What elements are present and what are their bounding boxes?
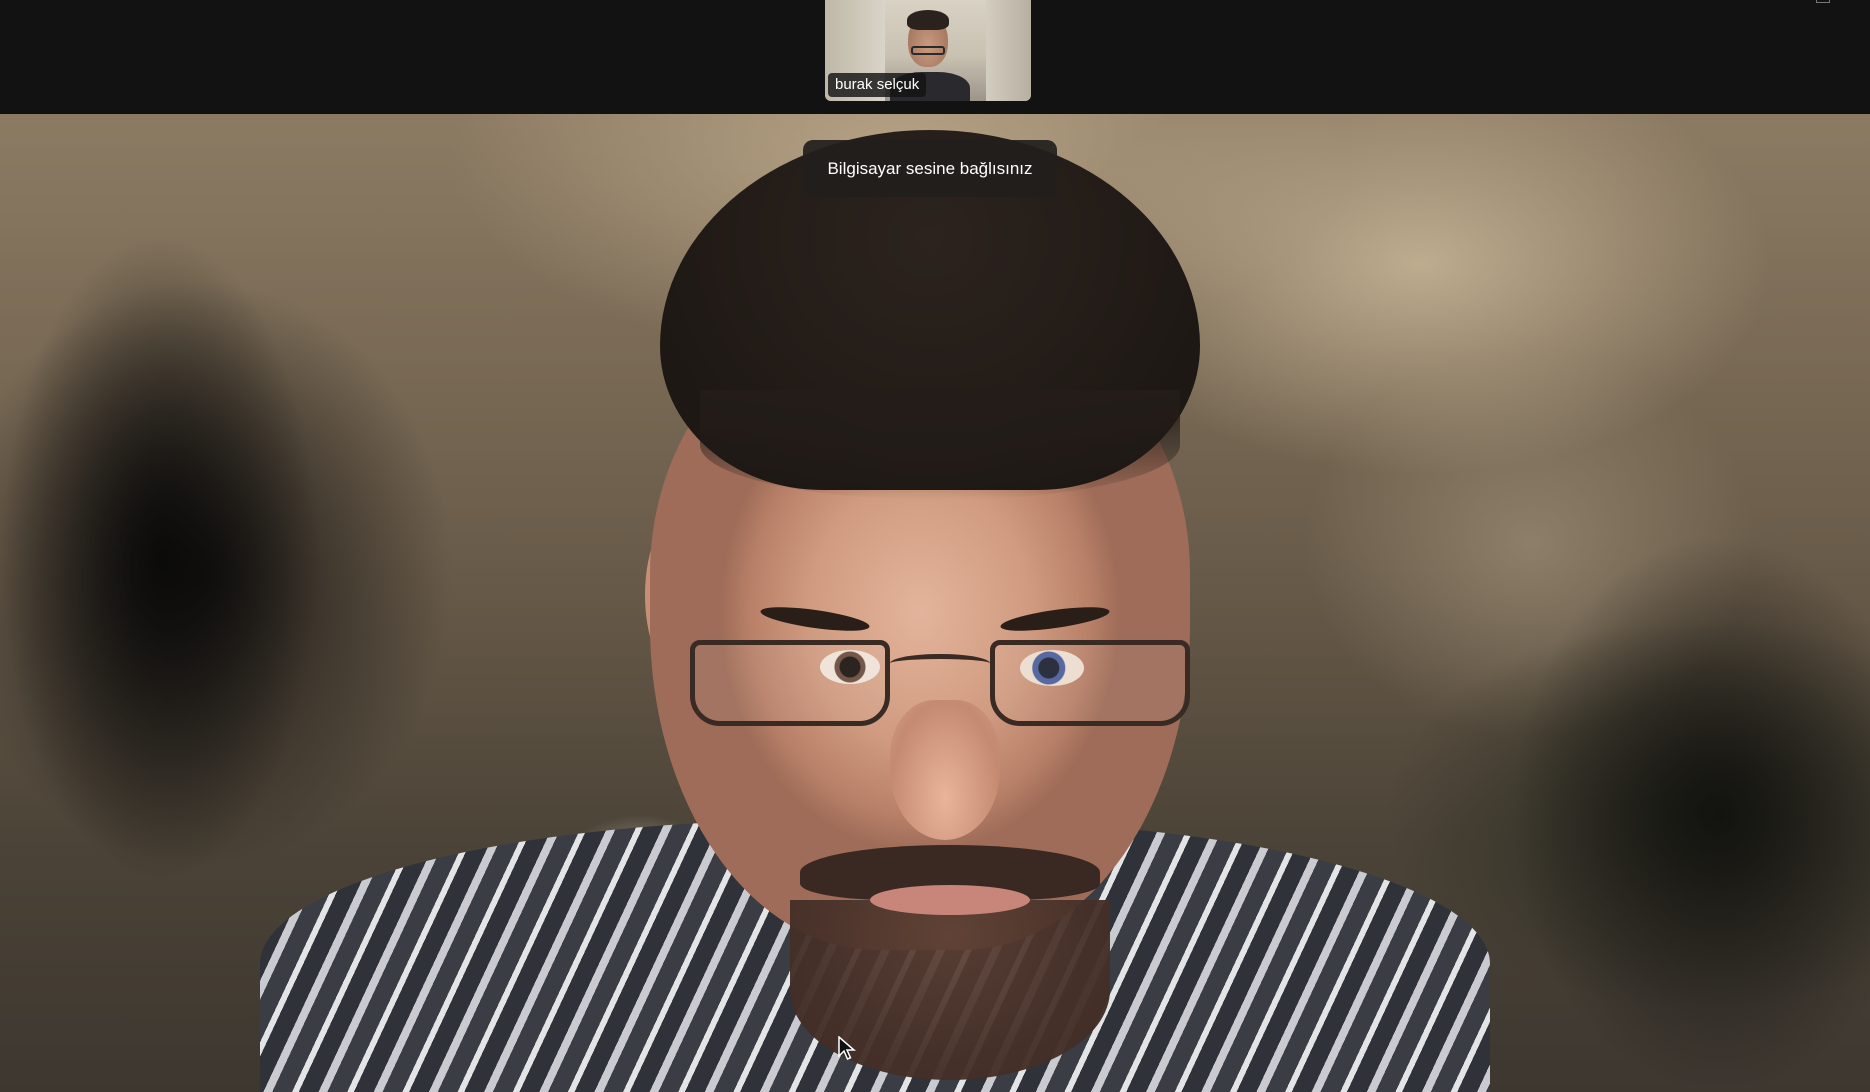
audio-connected-toast: Bilgisayar sesine bağlısınız bbox=[803, 140, 1057, 197]
speaker-person bbox=[0, 114, 1870, 1092]
thumbnail-person-glasses bbox=[911, 46, 945, 55]
glasses-bridge bbox=[890, 654, 990, 673]
speaker-hair-fringe bbox=[700, 390, 1180, 500]
participant-strip: burak selçuk bbox=[0, 0, 1870, 114]
participant-name-label: burak selçuk bbox=[828, 73, 927, 97]
glasses-lens bbox=[990, 640, 1190, 726]
main-video-feed[interactable] bbox=[0, 114, 1870, 1092]
thumbnail-background bbox=[986, 0, 1031, 101]
speaker-lips bbox=[870, 885, 1030, 915]
window-control-icon[interactable] bbox=[1816, 0, 1830, 3]
glasses-lens bbox=[690, 640, 890, 726]
video-call-window: burak selçuk Bilgisayar sesine bağlısını… bbox=[0, 0, 1870, 1092]
speaker-nose bbox=[890, 700, 1000, 840]
thumbnail-person-hair bbox=[907, 10, 949, 30]
